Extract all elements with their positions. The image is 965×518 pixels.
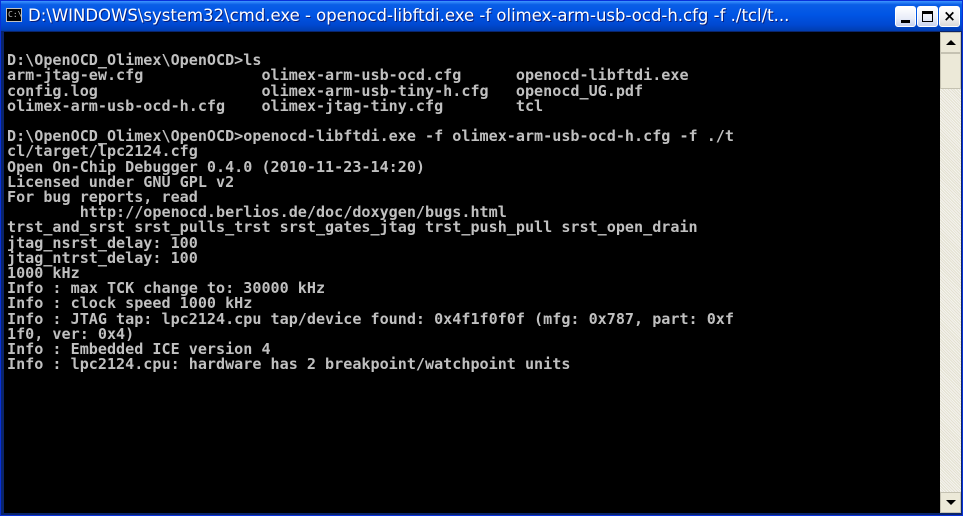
cmd-console-icon[interactable]: C:\ (6, 8, 22, 22)
scroll-down-arrow-icon (946, 500, 956, 505)
minimize-icon (901, 20, 910, 23)
console-text: D:\OpenOCD_Olimex\OpenOCD>ls arm-jtag-ew… (7, 38, 734, 372)
title-bar[interactable]: C:\ D:\WINDOWS\system32\cmd.exe - openoc… (1, 1, 962, 31)
maximize-button[interactable] (917, 6, 938, 27)
console-line: Info : lpc2124.cpu: hardware has 2 break… (7, 355, 571, 374)
scroll-up-button[interactable] (940, 32, 961, 53)
maximize-icon (922, 11, 933, 22)
vertical-scrollbar[interactable] (940, 32, 961, 513)
close-icon: × (943, 7, 956, 25)
minimize-button[interactable] (895, 6, 916, 27)
cmd-window: C:\ D:\WINDOWS\system32\cmd.exe - openoc… (0, 0, 963, 516)
scroll-thumb[interactable] (940, 53, 961, 89)
close-button[interactable]: × (939, 6, 960, 27)
scroll-up-arrow-icon (946, 40, 956, 45)
window-title: D:\WINDOWS\system32\cmd.exe - openocd-li… (28, 6, 790, 25)
console-line: olimex-arm-usb-ocd-h.cfg olimex-jtag-tin… (7, 96, 544, 115)
scroll-down-button[interactable] (940, 492, 961, 513)
console-output[interactable]: D:\OpenOCD_Olimex\OpenOCD>ls arm-jtag-ew… (4, 32, 940, 513)
